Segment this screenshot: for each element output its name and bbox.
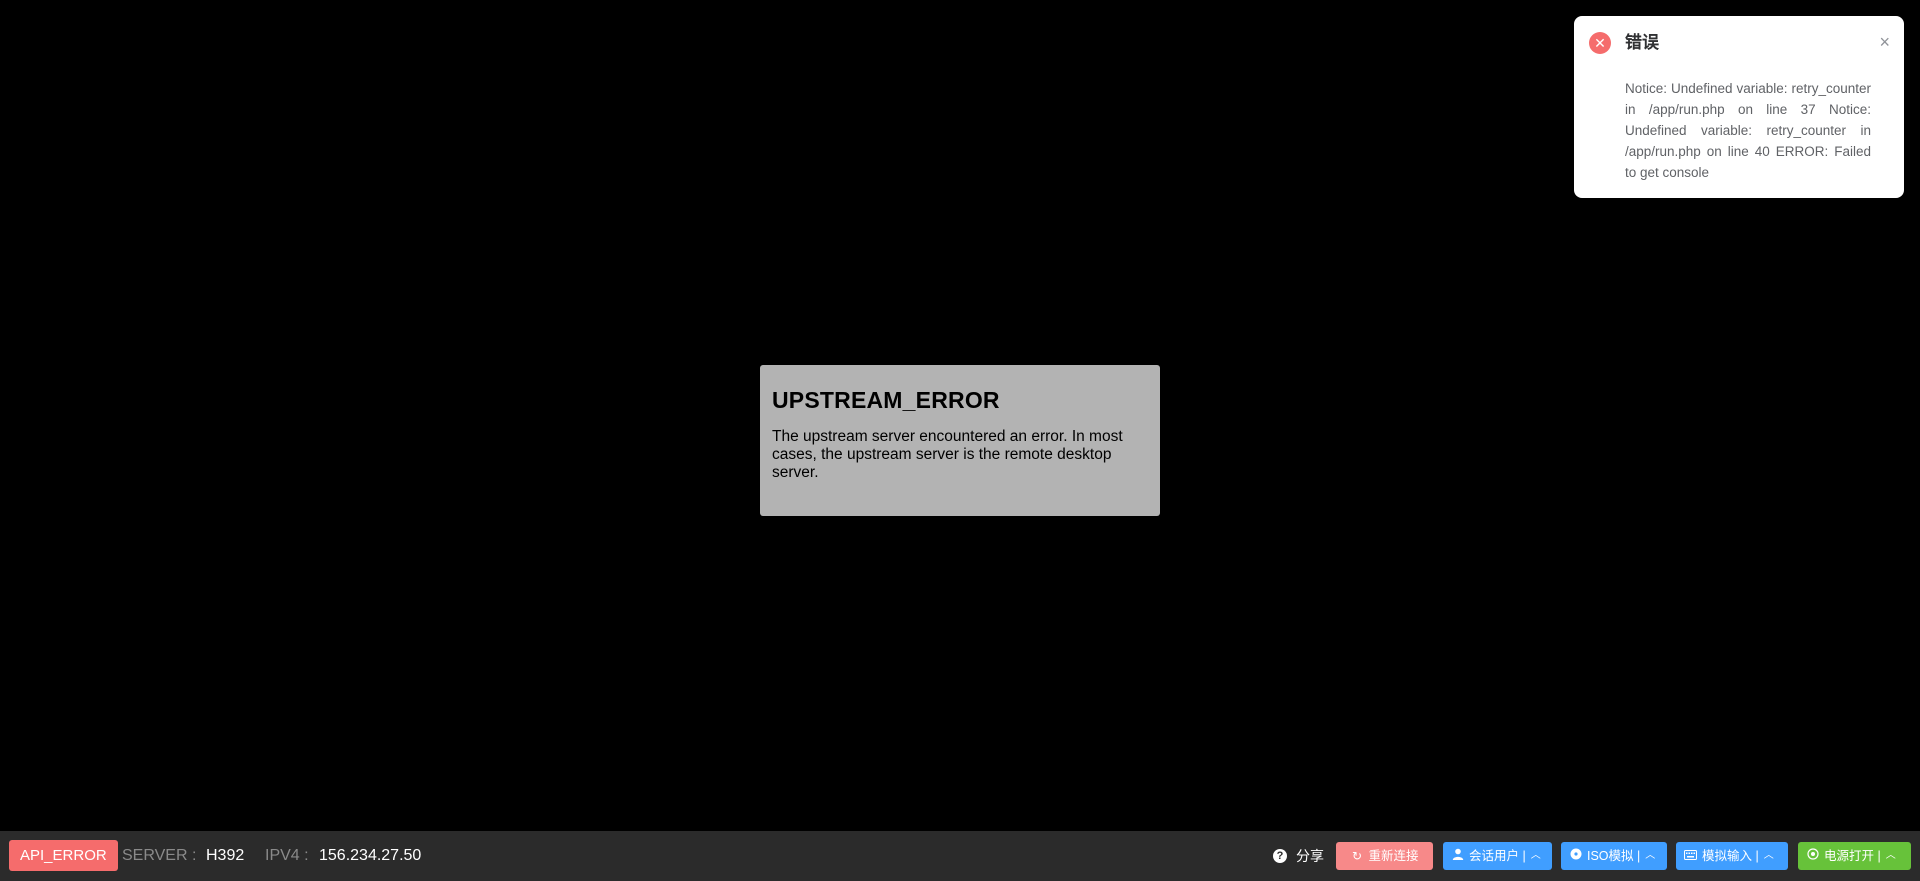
chevron-up-icon: ︿ [1645,850,1656,861]
refresh-icon: ↻ [1351,849,1363,863]
error-notification: ✕ 错误 × Notice: Undefined variable: retry… [1574,16,1904,198]
ipv4-label: IPV4 : [265,847,309,864]
server-label: SERVER : [122,847,197,864]
notification-message: Notice: Undefined variable: retry_counte… [1625,81,1871,180]
error-circle-icon: ✕ [1589,32,1611,54]
session-user-label: 会话用户 | [1469,849,1526,863]
reconnect-button[interactable]: ↻ 重新连接 [1336,842,1433,870]
reconnect-label: 重新连接 [1368,849,1419,863]
power-button[interactable]: 电源打开 | ︿ [1798,842,1911,870]
chevron-up-icon: ︿ [1763,850,1774,861]
iso-mount-button[interactable]: ISO模拟 | ︿ [1561,842,1667,870]
keyboard-icon [1684,842,1697,870]
user-icon [1451,842,1464,870]
remote-console-screen: UPSTREAM_ERROR The upstream server encou… [0,0,1920,881]
status-badge: API_ERROR [9,840,118,871]
session-user-button[interactable]: 会话用户 | ︿ [1443,842,1552,870]
share-label: 分享 [1296,848,1324,864]
chevron-up-icon: ︿ [1530,850,1541,861]
share-button[interactable]: ? 分享 [1273,831,1324,881]
disc-icon [1569,842,1582,870]
ipv4-value: 156.234.27.50 [319,847,422,864]
simulated-input-button[interactable]: 模拟输入 | ︿ [1676,842,1788,870]
power-icon [1806,842,1819,870]
notification-title: 错误 [1625,33,1659,52]
upstream-error-dialog: UPSTREAM_ERROR The upstream server encou… [760,365,1160,516]
close-icon[interactable]: × [1879,30,1890,54]
error-dialog-message: The upstream server encountered an error… [772,428,1123,481]
power-label: 电源打开 | [1824,849,1881,863]
server-value: H392 [206,847,245,864]
iso-mount-label: ISO模拟 | [1587,849,1641,863]
chevron-up-icon: ︿ [1885,850,1896,861]
bottom-toolbar: API_ERROR SERVER : H392 IPV4 : 156.234.2… [0,831,1920,881]
simulated-input-label: 模拟输入 | [1702,849,1759,863]
help-icon: ? [1273,849,1287,863]
error-dialog-title: UPSTREAM_ERROR [772,387,1000,413]
